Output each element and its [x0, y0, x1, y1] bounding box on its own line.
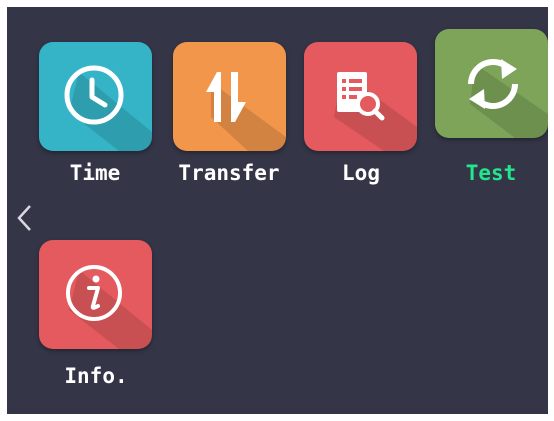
log-search-icon	[334, 72, 417, 151]
time-tile[interactable]	[39, 42, 152, 151]
test-tile[interactable]	[435, 29, 548, 138]
log-tile[interactable]	[304, 42, 417, 151]
test-label: Test	[465, 161, 517, 185]
transfer-arrows-icon	[206, 72, 286, 151]
transfer-label: Transfer	[178, 161, 280, 185]
menu-screen: Time Transfer Log Test Info.	[7, 7, 548, 414]
time-label: Time	[69, 161, 121, 185]
transfer-tile[interactable]	[173, 42, 286, 151]
info-icon	[66, 265, 152, 349]
info-label: Info.	[64, 364, 128, 388]
refresh-icon	[467, 58, 548, 138]
clock-icon	[64, 65, 152, 151]
info-tile[interactable]	[39, 240, 152, 349]
chevron-left-icon[interactable]	[15, 203, 35, 233]
log-label: Log	[342, 161, 380, 185]
